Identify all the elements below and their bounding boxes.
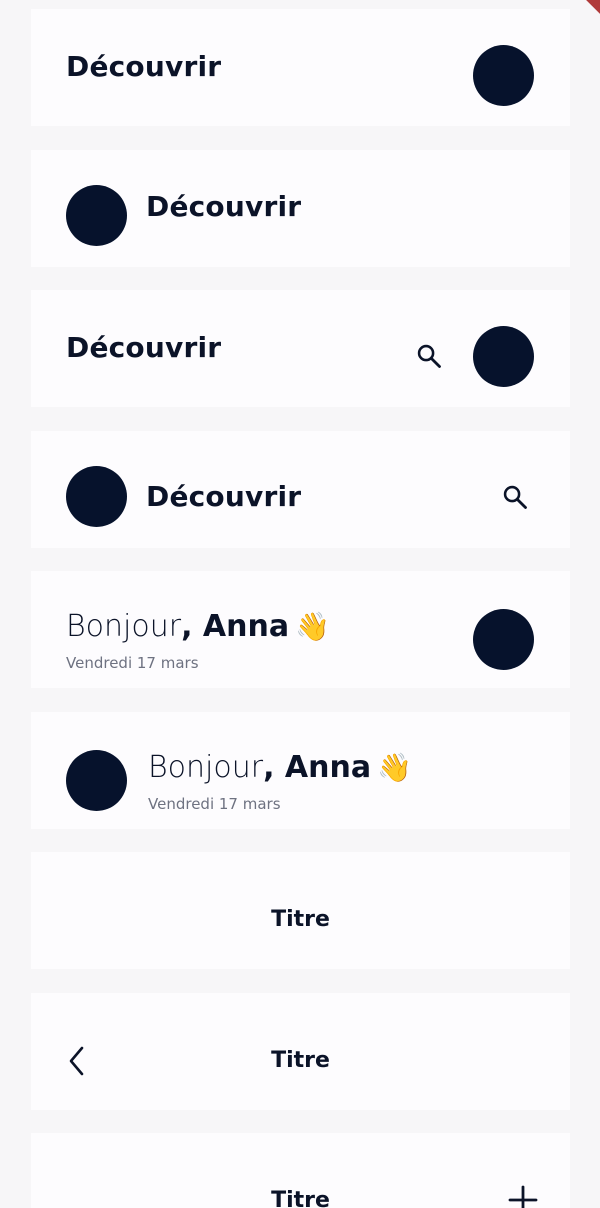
search-icon [417, 344, 441, 368]
page-title: Titre [271, 907, 330, 932]
plus-icon [508, 1185, 538, 1208]
add-button[interactable] [506, 1183, 540, 1208]
waving-hand-emoji: 👋 [377, 751, 412, 784]
app-bar-greeting-avatar-right: Bonjour, Anna 👋 Vendredi 17 mars [31, 571, 570, 688]
avatar[interactable] [66, 750, 127, 811]
app-bar-back-centered-title: Titre [31, 993, 570, 1110]
page-title: Découvrir [146, 190, 302, 223]
greeting-word: Bonjour [148, 750, 264, 785]
avatar[interactable] [473, 45, 534, 106]
app-bar-centered-title-add: Titre [31, 1133, 570, 1208]
user-name: , Anna [181, 609, 290, 644]
greeting-text: Bonjour, Anna 👋 [148, 750, 412, 786]
app-bar-avatar-left-title: Découvrir [31, 150, 570, 267]
page-title: Titre [271, 1048, 330, 1073]
avatar[interactable] [66, 466, 127, 527]
app-bar-avatar-greeting: Bonjour, Anna 👋 Vendredi 17 mars [31, 712, 570, 829]
page-title: Découvrir [66, 331, 222, 364]
app-bar-title-avatar-right: Découvrir [31, 9, 570, 126]
avatar[interactable] [473, 326, 534, 387]
page-title: Découvrir [146, 480, 302, 513]
avatar[interactable] [66, 185, 127, 246]
page-title: Titre [271, 1188, 330, 1208]
app-bar-variants-page: Découvrir Découvrir Découvrir Découvrir [0, 0, 600, 1208]
user-name: , Anna [263, 750, 372, 785]
search-button[interactable] [412, 339, 446, 373]
greeting-text: Bonjour, Anna 👋 [66, 609, 330, 645]
waving-hand-emoji: 👋 [295, 610, 330, 643]
search-icon [503, 485, 527, 509]
date-label: Vendredi 17 mars [66, 654, 199, 672]
page-title: Découvrir [66, 50, 222, 83]
search-button[interactable] [498, 480, 532, 514]
date-label: Vendredi 17 mars [148, 795, 281, 813]
app-bar-avatar-title-search: Découvrir [31, 431, 570, 548]
avatar[interactable] [473, 609, 534, 670]
app-bar-centered-title: Titre [31, 852, 570, 969]
greeting-word: Bonjour [66, 609, 182, 644]
app-bar-title-search-avatar: Découvrir [31, 290, 570, 407]
